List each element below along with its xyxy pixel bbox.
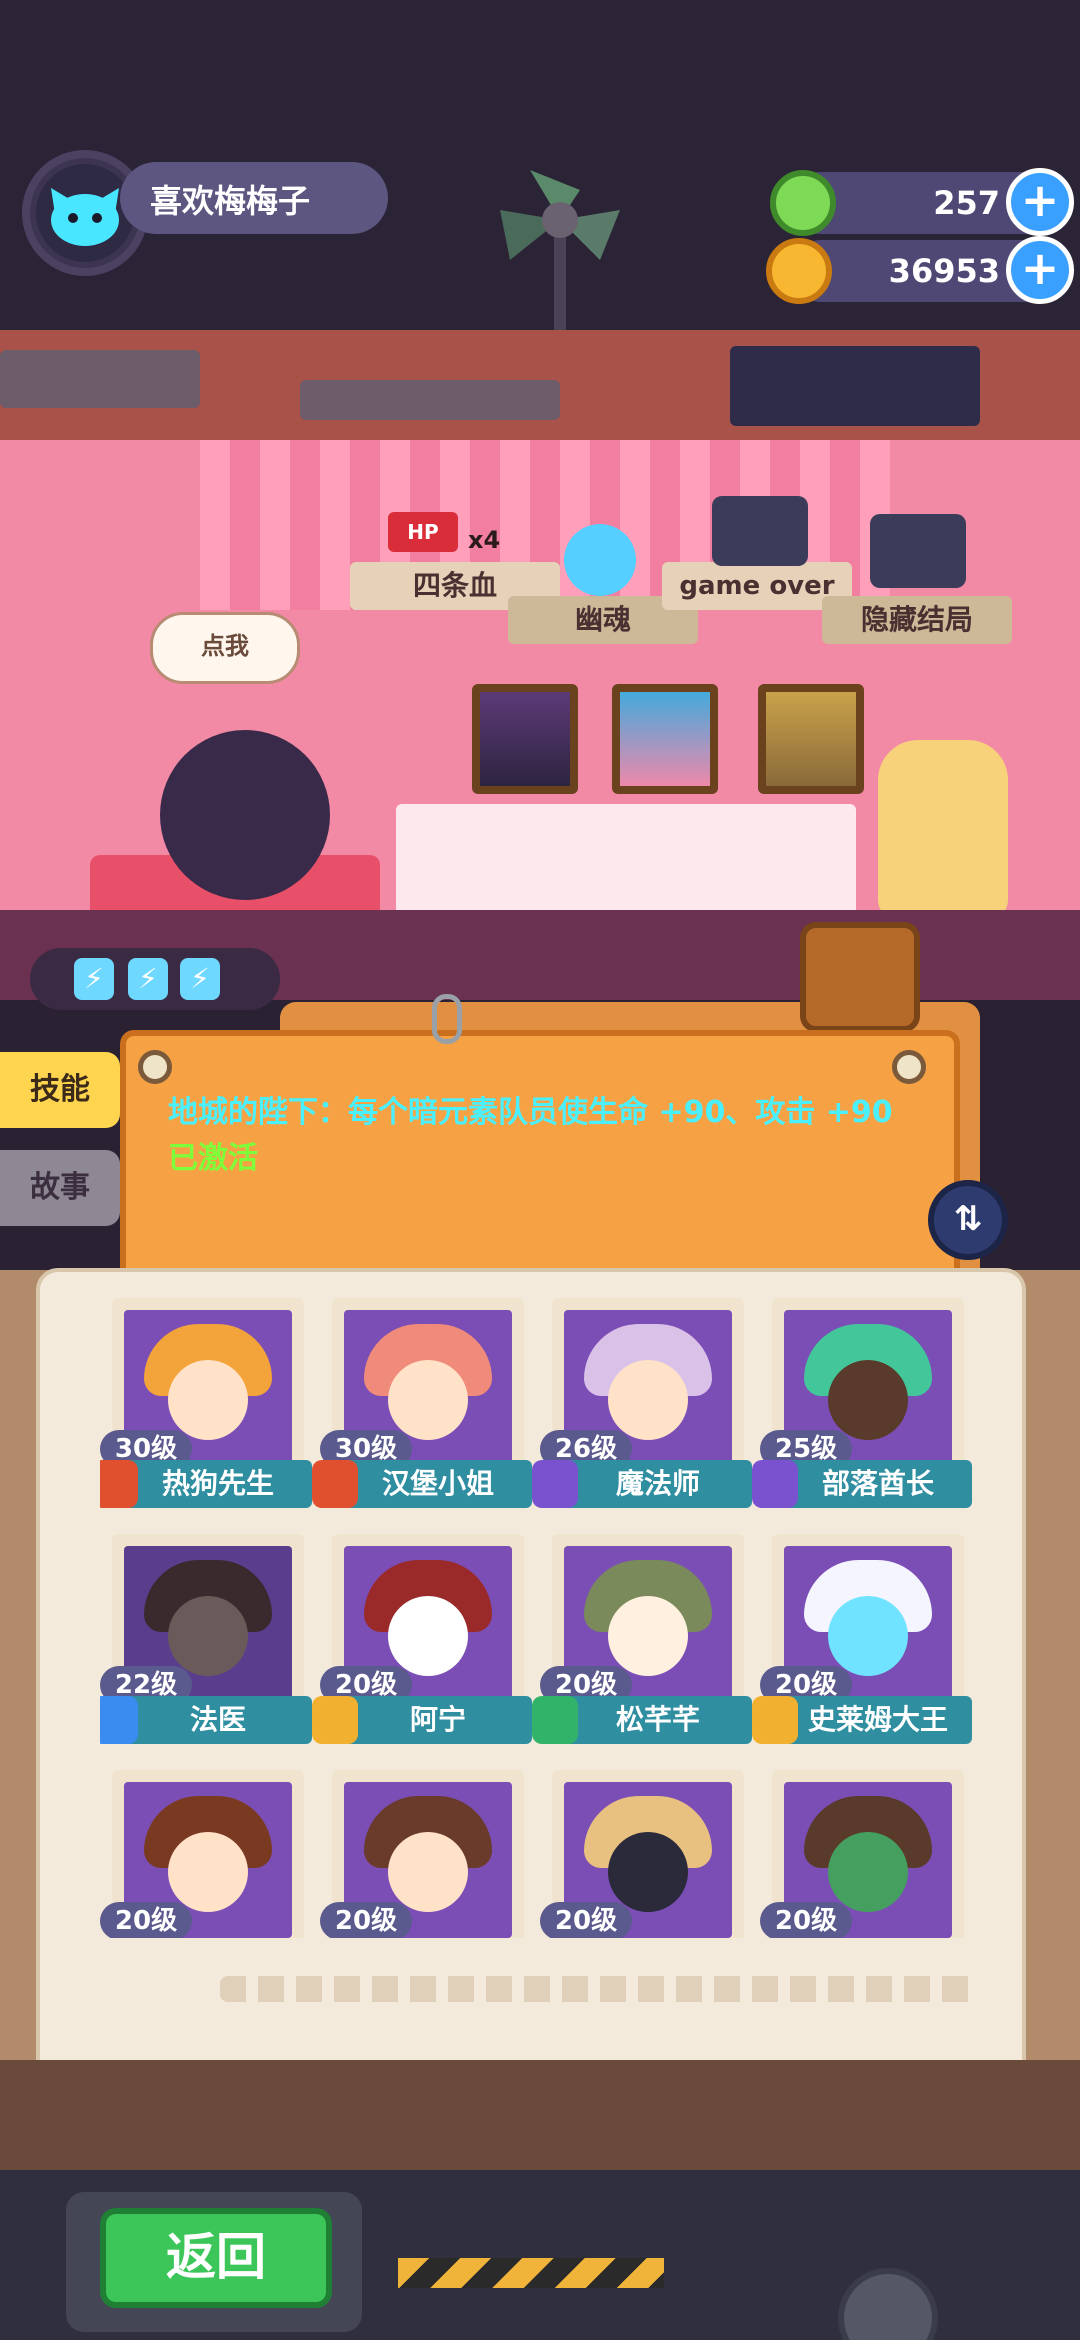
tv-icon: [870, 514, 966, 588]
hero-card[interactable]: 20级: [320, 1770, 530, 1938]
energy-icon: ⚡: [180, 958, 220, 1000]
card-deck-icon[interactable]: [800, 922, 920, 1032]
coin-icon: [766, 238, 832, 304]
tab-story[interactable]: 故事: [0, 1150, 120, 1226]
photo-frame-2[interactable]: [612, 684, 718, 794]
hero-face: [608, 1596, 688, 1676]
hero-face: [608, 1832, 688, 1912]
hero-face: [168, 1832, 248, 1912]
radio-device: [300, 380, 560, 420]
photo-frame-3[interactable]: [758, 684, 864, 794]
hero-card[interactable]: 30级 汉堡小姐: [312, 1298, 532, 1518]
element-badge-icon: [100, 1460, 138, 1508]
hero-card[interactable]: 20级 松芊芊: [532, 1534, 752, 1754]
hero-face: [828, 1360, 908, 1440]
ceiling-fan-icon: [500, 170, 620, 340]
tab-skill[interactable]: 技能: [0, 1052, 120, 1128]
dark-queen-character[interactable]: [160, 730, 330, 900]
element-badge-icon: [752, 1460, 798, 1508]
cat-avatar-icon: [36, 164, 134, 262]
hero-level: 20级: [320, 1902, 412, 1938]
add-gem-button[interactable]: +: [1006, 168, 1074, 236]
hero-level: 20级: [760, 1902, 852, 1938]
energy-icon: ⚡: [128, 958, 168, 1000]
hero-face: [168, 1596, 248, 1676]
hp-multiplier: x4: [468, 526, 501, 554]
coin-count: 36953: [888, 252, 1000, 290]
gem-icon: [770, 170, 836, 236]
element-badge-icon: [312, 1460, 358, 1508]
energy-icon: ⚡: [74, 958, 114, 1000]
book-spine: [0, 2060, 1080, 2170]
pin-icon: [892, 1050, 926, 1084]
element-badge-icon: [100, 1696, 138, 1744]
hero-face: [388, 1596, 468, 1676]
skill-description: 地城的陛下：每个暗元素队员使生命 +90、攻击 +90 已激活: [168, 1090, 908, 1182]
hazard-stripe: [398, 2258, 664, 2288]
pin-icon: [138, 1050, 172, 1084]
hero-card[interactable]: 22级 法医: [100, 1534, 312, 1754]
element-badge-icon: [752, 1696, 798, 1744]
hero-face: [608, 1360, 688, 1440]
element-badge-icon: [532, 1460, 578, 1508]
element-badge-icon: [532, 1696, 578, 1744]
hero-face: [388, 1360, 468, 1440]
hero-card[interactable]: 20级: [540, 1770, 750, 1938]
skill-status: 已激活: [168, 1141, 258, 1176]
back-button[interactable]: 返回: [100, 2208, 332, 2308]
hero-face: [828, 1832, 908, 1912]
paperclip-icon: [432, 994, 462, 1044]
skeleton-girl-character[interactable]: [878, 740, 1008, 920]
player-name: 喜欢梅梅子: [150, 182, 311, 220]
photo-frame-1[interactable]: [472, 684, 578, 794]
hero-face: [828, 1596, 908, 1676]
coin-counter: 36953 +: [790, 236, 1074, 304]
hero-card[interactable]: 26级 魔法师: [532, 1298, 752, 1518]
sign-hidden-ending: 隐藏结局: [822, 596, 1012, 644]
hero-card[interactable]: 30级 热狗先生: [100, 1298, 312, 1518]
gem-count: 257: [933, 184, 1000, 222]
hero-level: 20级: [540, 1902, 632, 1938]
hp-tag: HP: [388, 512, 458, 552]
ghost-display: [730, 346, 980, 426]
ghost-skull-icon: [564, 524, 636, 596]
hero-grid: 30级 热狗先生 30级 汉堡小姐 26级 魔法师 25级 部落酋长 22级 法医 20级 阿宁 20级…: [100, 1298, 980, 1938]
game-screen: 喜欢梅梅子 257 + 36953 + 四条血 HP x4 幽魂 game ov…: [0, 0, 1080, 2340]
hero-face: [168, 1360, 248, 1440]
hero-face: [388, 1832, 468, 1912]
tombstone-tv-icon: [712, 496, 808, 566]
hero-card[interactable]: 20级 阿宁: [312, 1534, 532, 1754]
talk-bubble[interactable]: 点我: [150, 612, 300, 684]
skill-text: 地城的陛下：每个暗元素队员使生命 +90、攻击 +90: [168, 1095, 893, 1130]
hero-card[interactable]: 25级 部落酋长: [752, 1298, 972, 1518]
page-scribble: [220, 1976, 980, 2002]
hero-card[interactable]: 20级: [100, 1770, 310, 1938]
hero-level: 20级: [100, 1902, 192, 1938]
hero-card[interactable]: 20级: [760, 1770, 970, 1938]
add-coin-button[interactable]: +: [1006, 236, 1074, 304]
vent-grille: [0, 350, 200, 408]
hero-card[interactable]: 20级 史莱姆大王: [752, 1534, 972, 1754]
element-badge-icon: [312, 1696, 358, 1744]
swap-button[interactable]: ⇅: [928, 1180, 1008, 1260]
